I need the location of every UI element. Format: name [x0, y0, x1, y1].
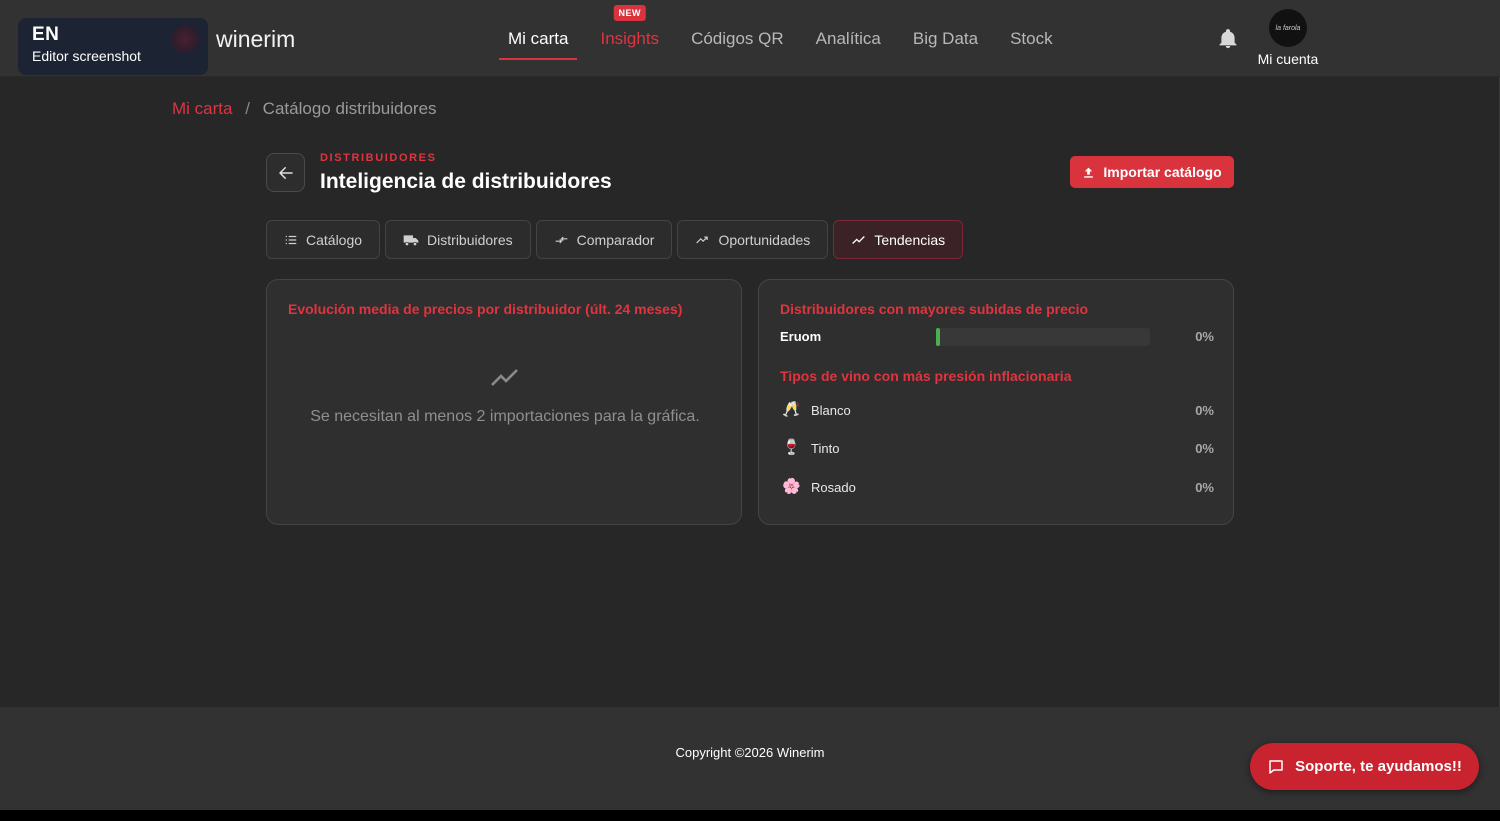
wine-type-value: 0%	[1195, 441, 1214, 456]
editor-label: Editor screenshot	[32, 48, 141, 64]
price-evolution-card: Evolución media de precios por distribui…	[266, 279, 742, 525]
wine-type-value: 0%	[1195, 480, 1214, 495]
back-button[interactable]	[266, 153, 305, 192]
nav-item-stock[interactable]: Stock	[998, 0, 1065, 77]
top-increases-title: Distribuidores con mayores subidas de pr…	[780, 301, 1089, 317]
main-nav: Mi carta NEW Insights Códigos QR Analíti…	[496, 0, 1073, 77]
support-label: Soporte, te ayudamos!!	[1295, 758, 1462, 775]
account-label: Mi cuenta	[1257, 51, 1319, 67]
cherry-blossom-icon: 🌸	[782, 478, 801, 495]
wine-type-row-blanco: 🥂 Blanco 0%	[780, 399, 1214, 423]
import-catalog-label: Importar catálogo	[1103, 164, 1222, 180]
brand-logo-shadow	[170, 24, 200, 54]
truck-icon	[403, 234, 419, 246]
price-increase-card: Distribuidores con mayores subidas de pr…	[758, 279, 1234, 525]
increase-bar-track	[936, 328, 1150, 346]
bell-icon[interactable]	[1217, 27, 1239, 51]
import-catalog-button[interactable]: Importar catálogo	[1070, 156, 1234, 188]
tab-label: Distribuidores	[427, 231, 513, 248]
increase-bar-fill	[936, 328, 940, 346]
compare-arrows-icon	[555, 236, 567, 243]
avatar: la farola	[1269, 9, 1307, 47]
nav-item-mi-carta[interactable]: Mi carta	[496, 0, 580, 77]
breadcrumb-separator: /	[245, 99, 250, 118]
wine-type-row-tinto: 🍷 Tinto 0%	[780, 437, 1214, 461]
nav-item-label: Stock	[1010, 28, 1053, 48]
nav-item-label: Códigos QR	[691, 28, 784, 48]
editor-language-badge[interactable]: EN Editor screenshot	[18, 18, 208, 75]
app-window: EN Editor screenshot winerim Mi carta NE…	[0, 0, 1500, 810]
distributor-name: Eruom	[780, 329, 822, 344]
nav-item-label: Big Data	[912, 28, 979, 48]
breadcrumb-current: Catálogo distribuidores	[262, 99, 437, 118]
nav-item-analitica[interactable]: Analítica	[804, 0, 893, 77]
trend-line-icon	[491, 369, 518, 386]
tab-oportunidades[interactable]: Oportunidades	[677, 220, 829, 259]
list-icon	[285, 235, 297, 244]
wine-type-name: Rosado	[811, 480, 856, 495]
breadcrumb-link-mi-carta[interactable]: Mi carta	[172, 99, 232, 118]
nav-item-insights[interactable]: NEW Insights	[588, 0, 671, 77]
chart-empty-message: Se necesitan al menos 2 importaciones pa…	[310, 408, 700, 425]
support-chat-button[interactable]: Soporte, te ayudamos!!	[1250, 743, 1479, 790]
tab-tendencias[interactable]: Tendencias	[833, 220, 964, 259]
tab-bar: Catálogo Distribuidores Comparador Oport…	[266, 220, 964, 259]
tab-catalogo[interactable]: Catálogo	[266, 220, 381, 259]
nav-item-label: Insights	[600, 28, 660, 48]
trend-line-icon	[852, 235, 866, 244]
wine-glass-icon: 🍷	[782, 439, 801, 456]
chat-bubble-icon	[1269, 759, 1283, 774]
nav-item-label: Analítica	[815, 28, 881, 48]
top-navbar: EN Editor screenshot winerim Mi carta NE…	[0, 0, 1500, 77]
wine-type-name: Blanco	[811, 403, 851, 418]
wine-type-value: 0%	[1195, 403, 1214, 418]
account-menu[interactable]: la farola Mi cuenta	[1252, 9, 1324, 67]
page-title: Inteligencia de distribuidores	[320, 170, 612, 193]
champagne-glasses-icon: 🥂	[782, 401, 801, 418]
arrow-left-icon	[278, 166, 293, 179]
tab-distribuidores[interactable]: Distribuidores	[385, 220, 531, 259]
nav-item-codigos-qr[interactable]: Códigos QR	[679, 0, 796, 77]
distributor-row: Eruom 0%	[780, 328, 1214, 348]
breadcrumb: Mi carta / Catálogo distribuidores	[172, 99, 437, 119]
section-eyebrow: DISTRIBUIDORES	[320, 152, 437, 164]
wine-type-name: Tinto	[811, 441, 840, 456]
inflation-types-title: Tipos de vino con más presión inflaciona…	[780, 368, 1072, 384]
brand-name[interactable]: winerim	[216, 26, 295, 53]
nav-item-big-data[interactable]: Big Data	[901, 0, 990, 77]
tab-label: Oportunidades	[718, 231, 811, 248]
trend-up-icon	[696, 236, 709, 243]
wine-type-row-rosado: 🌸 Rosado 0%	[780, 476, 1214, 500]
new-badge: NEW	[613, 5, 647, 21]
tab-label: Catálogo	[306, 231, 363, 248]
tab-comparador[interactable]: Comparador	[535, 220, 673, 259]
upload-icon	[1084, 167, 1094, 178]
distributor-increase-value: 0%	[1195, 329, 1214, 344]
tab-label: Tendencias	[874, 231, 946, 248]
tab-label: Comparador	[576, 231, 655, 248]
nav-item-label: Mi carta	[508, 28, 569, 48]
price-evolution-title: Evolución media de precios por distribui…	[288, 301, 683, 317]
